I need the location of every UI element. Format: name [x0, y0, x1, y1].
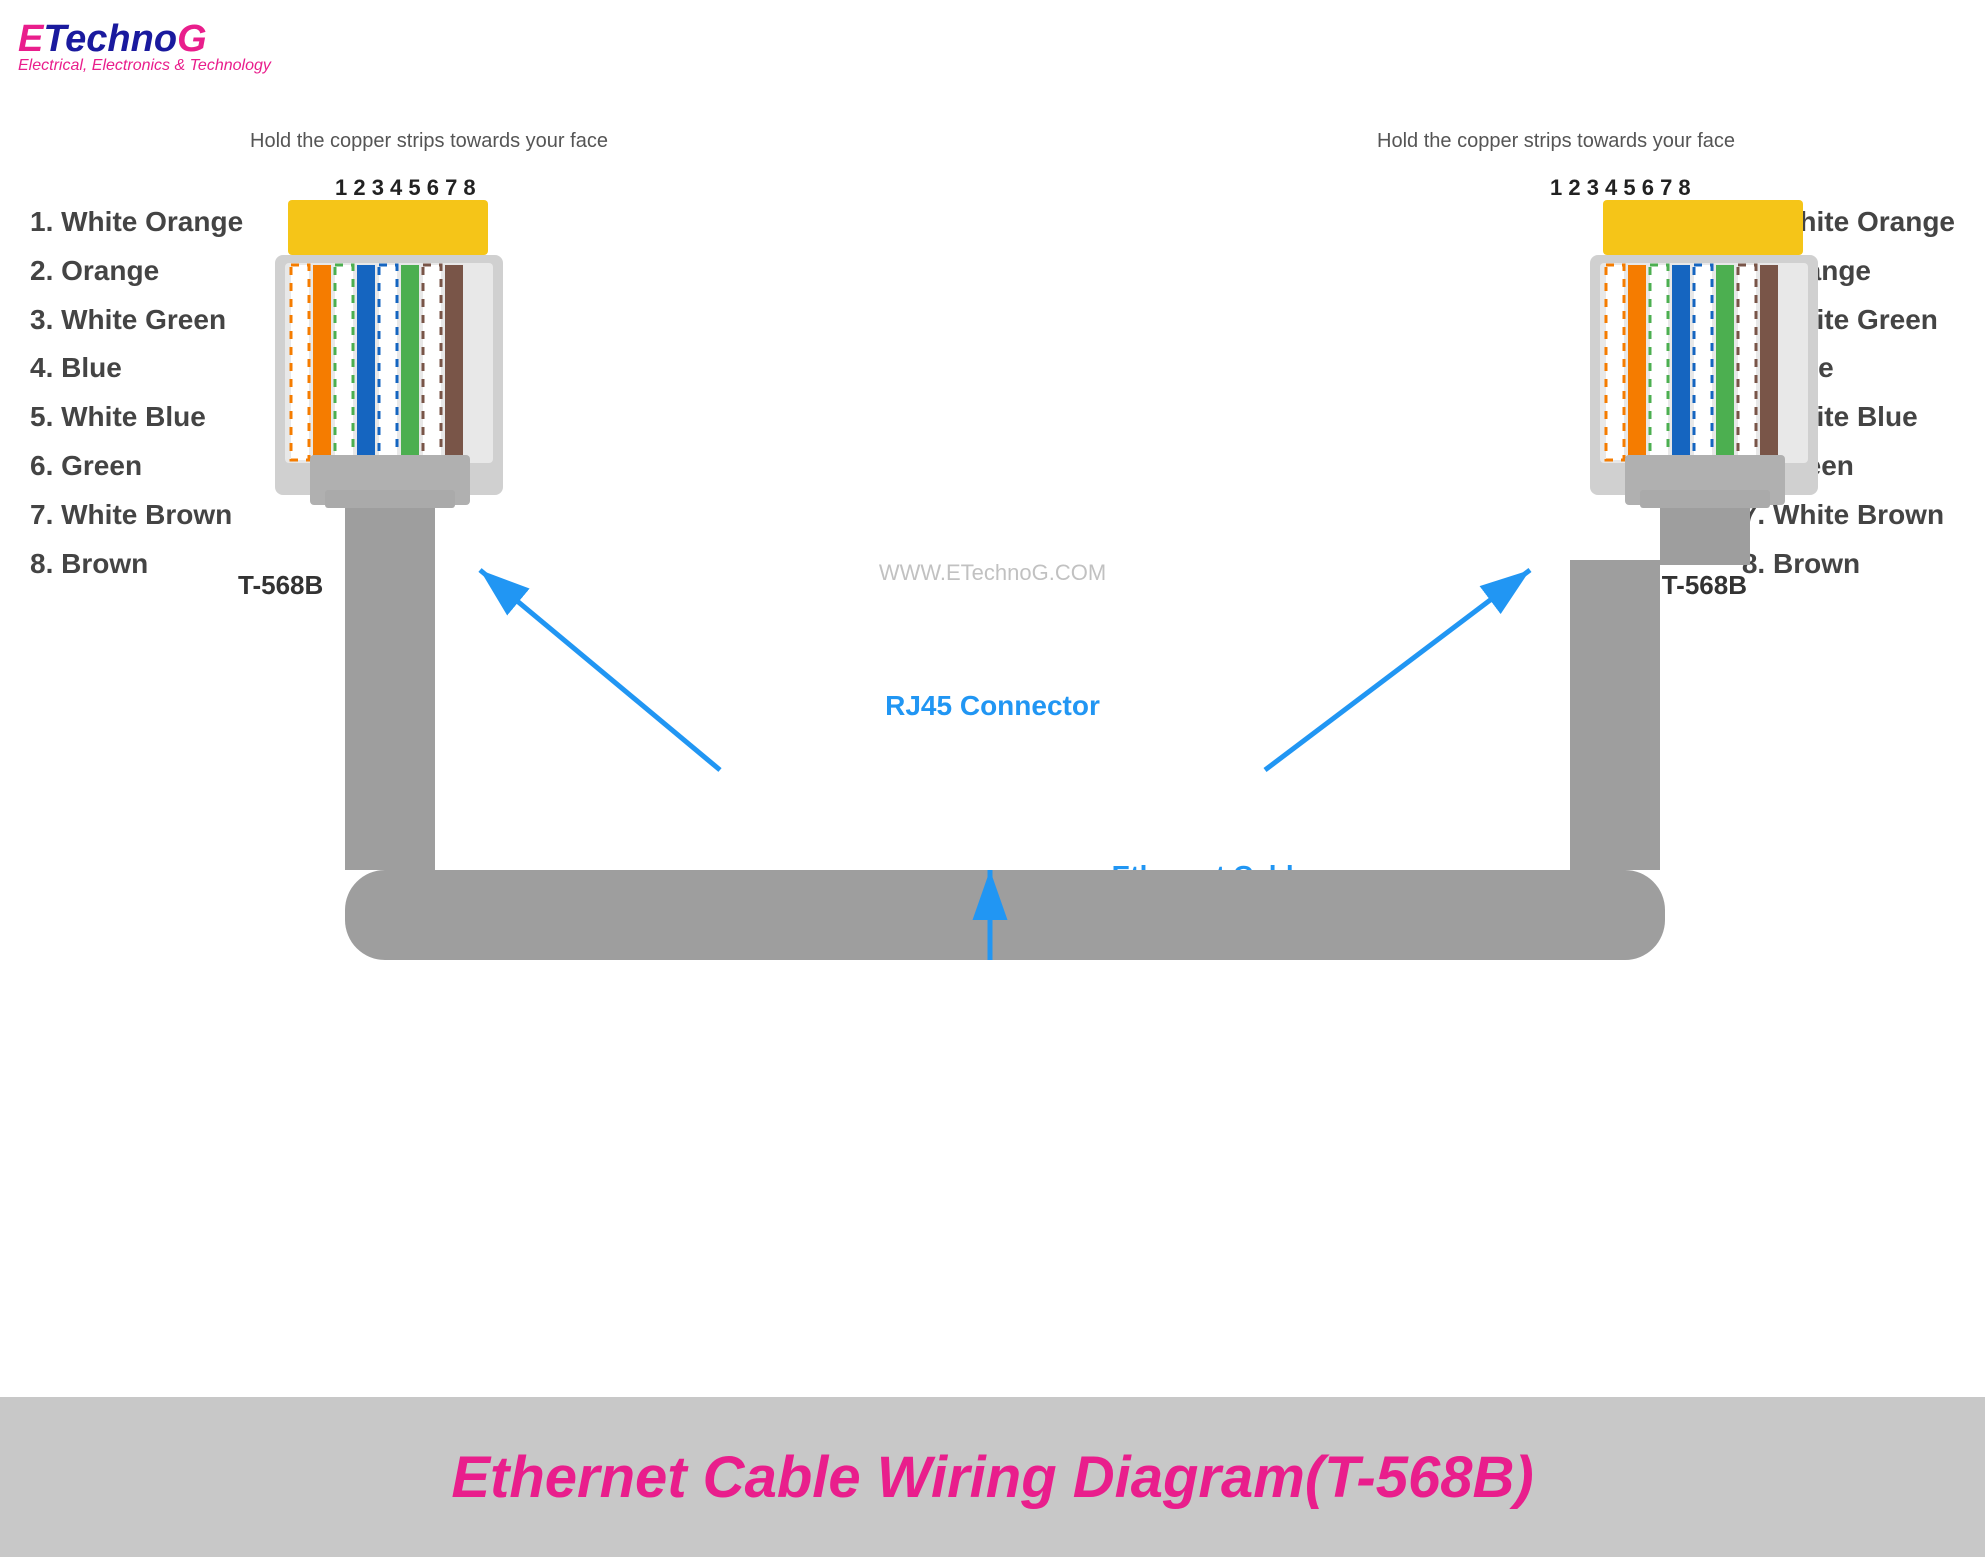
svg-text:1 2 3 4 5 6 7 8: 1 2 3 4 5 6 7 8	[335, 175, 476, 200]
bottom-banner: Ethernet Cable Wiring Diagram(T-568B)	[0, 1397, 1985, 1557]
banner-text: Ethernet Cable Wiring Diagram(T-568B)	[451, 1444, 1533, 1511]
svg-text:1 2 3 4 5 6 7 8: 1 2 3 4 5 6 7 8	[1550, 175, 1691, 200]
wiring-diagram-svg: 1 2 3 4 5 6 7 8 1 2 3 4 5 6 7 8	[0, 0, 1985, 1390]
